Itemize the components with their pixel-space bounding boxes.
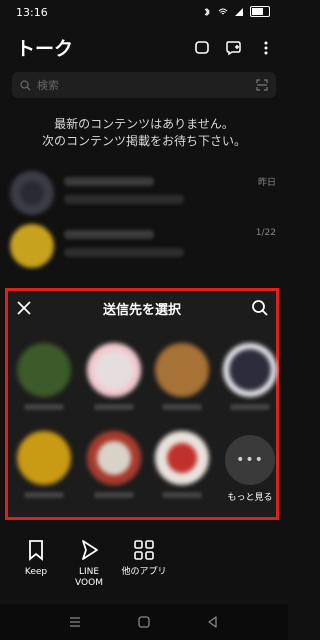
friend-item[interactable] — [152, 343, 212, 410]
search-placeholder: 検索 — [37, 79, 59, 92]
more-menu-icon[interactable] — [256, 38, 276, 58]
more-button[interactable]: ••• もっと見る — [220, 435, 280, 503]
chat-row[interactable]: 昨日 — [10, 167, 280, 221]
search-icon[interactable] — [250, 298, 270, 318]
chat-preview — [64, 248, 184, 257]
friend-item[interactable] — [14, 431, 74, 498]
grid-icon — [134, 540, 154, 560]
chat-date: 1/22 — [255, 228, 276, 238]
search-input[interactable]: 検索 — [12, 72, 276, 98]
other-apps-button[interactable]: 他のアプリ — [114, 538, 174, 578]
search-icon — [20, 79, 31, 90]
more-dots-icon: ••• — [225, 435, 275, 485]
chat-date: 昨日 — [257, 178, 276, 188]
new-chat-icon[interactable] — [192, 38, 212, 58]
bookmark-icon — [29, 540, 43, 561]
friend-avatar — [155, 431, 209, 485]
friend-avatar — [87, 431, 141, 485]
bluetooth-icon — [204, 7, 210, 16]
avatar — [10, 171, 54, 215]
friend-name — [162, 404, 202, 410]
apps-row: Keep LINE VOOM 他のアプリ — [0, 538, 288, 598]
sheet-title: 送信先を選択 — [102, 303, 181, 318]
friend-item[interactable] — [84, 431, 144, 498]
friend-avatar — [155, 343, 209, 397]
app-header: トーク — [0, 28, 288, 68]
friend-name — [24, 404, 64, 410]
chat-title — [64, 230, 154, 239]
friend-name — [230, 404, 270, 410]
scan-icon[interactable] — [256, 79, 268, 91]
friend-avatar — [17, 431, 71, 485]
friend-item[interactable] — [84, 343, 144, 410]
back-icon[interactable] — [204, 613, 222, 631]
signal-icon — [235, 7, 243, 16]
keep-button[interactable]: Keep — [6, 538, 66, 578]
friend-name — [162, 492, 202, 498]
friend-name — [94, 404, 134, 410]
more-label: もっと見る — [227, 493, 273, 503]
empty-message: 最新のコンテンツはありません。 次のコンテンツ掲載をお待ち下さい。 — [41, 117, 246, 148]
friend-avatar — [223, 343, 277, 397]
chat-title — [64, 177, 154, 186]
navigation-bar — [0, 604, 288, 640]
friend-item[interactable] — [220, 343, 280, 410]
app-label: Keep — [24, 567, 48, 577]
line-voom-button[interactable]: LINE VOOM — [59, 538, 119, 589]
friend-name — [94, 492, 134, 498]
friend-item[interactable] — [14, 343, 74, 410]
menu-icon[interactable] — [66, 613, 84, 631]
status-bar: 13:16 — [0, 0, 288, 28]
app-label: LINE VOOM — [75, 567, 103, 588]
chat-preview — [64, 195, 184, 204]
share-target-sheet: 送信先を選択 ••• もっと見る — [5, 288, 279, 520]
chat-row[interactable]: 1/22 — [10, 220, 280, 274]
home-icon[interactable] — [135, 613, 153, 631]
wifi-icon — [218, 8, 228, 14]
friend-avatar — [87, 343, 141, 397]
header-icons — [192, 38, 276, 58]
play-icon — [82, 540, 98, 560]
friend-avatar — [17, 343, 71, 397]
battery-icon — [250, 6, 270, 17]
avatar — [10, 224, 54, 268]
status-icons — [202, 6, 270, 17]
add-chat-icon[interactable] — [224, 38, 244, 58]
page-title: トーク — [16, 38, 74, 60]
status-time: 13:16 — [16, 6, 48, 19]
app-label: 他のアプリ — [121, 567, 167, 577]
friend-item[interactable] — [152, 431, 212, 498]
friend-name — [24, 492, 64, 498]
